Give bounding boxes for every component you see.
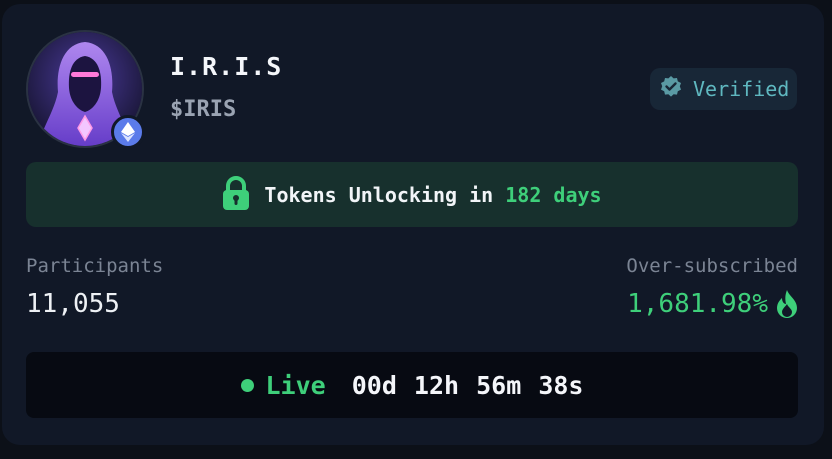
oversubscribed-stat: 1,681.98%: [627, 289, 798, 319]
verified-badge: Verified: [650, 68, 797, 110]
participants-label: Participants: [26, 255, 164, 277]
verified-label: Verified: [693, 77, 790, 101]
oversubscribed-value: 1,681.98%: [627, 289, 768, 319]
countdown-timer: 00d 12h 56m 38s: [351, 370, 584, 400]
unlock-days: 182 days: [505, 182, 602, 207]
unlock-text: Tokens Unlocking in 182 days: [264, 183, 601, 207]
oversubscribed-label: Over-subscribed: [626, 255, 798, 277]
ethereum-icon: [111, 115, 145, 149]
flame-icon: [776, 290, 798, 318]
token-ticker: $IRIS: [170, 97, 237, 122]
token-name: I.R.I.S: [170, 52, 283, 81]
unlock-banner: Tokens Unlocking in 182 days: [26, 162, 798, 227]
live-indicator-dot: [240, 378, 254, 392]
check-badge-icon: [659, 75, 683, 103]
lock-icon: [222, 175, 250, 214]
unlock-prefix: Tokens Unlocking in: [264, 182, 494, 207]
sale-status-bar: Live 00d 12h 56m 38s: [26, 352, 798, 418]
live-label: Live: [265, 370, 326, 400]
participants-value: 11,055: [26, 289, 120, 319]
